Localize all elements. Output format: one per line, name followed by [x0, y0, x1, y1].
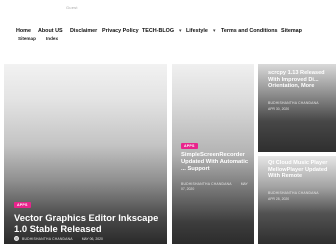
- category-tag[interactable]: APPS: [14, 202, 31, 208]
- nav-lifestyle[interactable]: Lifestyle: [186, 28, 208, 34]
- post-title[interactable]: scrcpy 1.13 Released With Improved Di...…: [268, 70, 334, 90]
- featured-post-card[interactable]: APPS Vector Graphics Editor Inkscape 1.0…: [4, 64, 167, 244]
- post-card[interactable]: APPS SimpleScreenRecorder Updated With A…: [172, 64, 254, 244]
- avatar: [14, 236, 19, 241]
- nav-sub-index[interactable]: Index: [46, 36, 58, 41]
- chevron-down-icon[interactable]: ▾: [213, 28, 216, 34]
- post-card[interactable]: scrcpy 1.13 Released With Improved Di...…: [258, 64, 336, 152]
- nav-privacy[interactable]: Privacy Policy: [102, 28, 139, 34]
- nav-techblog[interactable]: TECH-BLOG: [142, 28, 174, 34]
- post-meta: BUDHISHANTHA CHANDANA MAY 07, 2020: [181, 182, 251, 193]
- post-author: BUDHISHANTHA CHANDANA: [268, 191, 319, 195]
- nav-home[interactable]: Home: [16, 28, 31, 34]
- post-author: BUDHISHANTHA CHANDANA: [181, 182, 232, 186]
- site-label: Guest: [66, 5, 78, 10]
- nav-sitemap[interactable]: Sitemap: [281, 28, 302, 34]
- nav-terms[interactable]: Terms and Conditions: [221, 28, 278, 34]
- post-meta: BUDHISHANTHA CHANDANA APR 28, 2020: [268, 190, 334, 203]
- post-card[interactable]: Qt Cloud Music Player MellowPlayer Updat…: [258, 156, 336, 244]
- category-tag[interactable]: APPS: [181, 143, 198, 149]
- post-author: BUDHISHANTHA CHANDANA: [268, 101, 319, 105]
- post-meta: BUDHISHANTHA CHANDANA APR 30, 2020: [268, 100, 334, 113]
- post-date: APR 30, 2020: [268, 107, 290, 112]
- nav-disclaimer[interactable]: Disclaimer: [70, 28, 97, 34]
- nav-about[interactable]: About US: [38, 28, 63, 34]
- post-title[interactable]: SimpleScreenRecorder Updated With Automa…: [181, 152, 253, 172]
- main-nav: Home About US Disclaimer Privacy Policy …: [0, 22, 336, 64]
- nav-sub-sitemap[interactable]: Sitemap: [18, 36, 36, 41]
- post-title[interactable]: Qt Cloud Music Player MellowPlayer Updat…: [268, 160, 334, 180]
- post-author: BUDHISHANTHA CHANDANA: [22, 237, 73, 241]
- post-title[interactable]: Vector Graphics Editor Inkscape 1.0 Stab…: [14, 212, 164, 234]
- post-date: MAY 06, 2020: [81, 237, 103, 241]
- chevron-down-icon[interactable]: ▾: [179, 28, 182, 34]
- top-strip: Guest: [0, 0, 336, 22]
- post-meta: BUDHISHANTHA CHANDANA MAY 06, 2020: [22, 237, 103, 241]
- post-date: APR 28, 2020: [268, 197, 290, 202]
